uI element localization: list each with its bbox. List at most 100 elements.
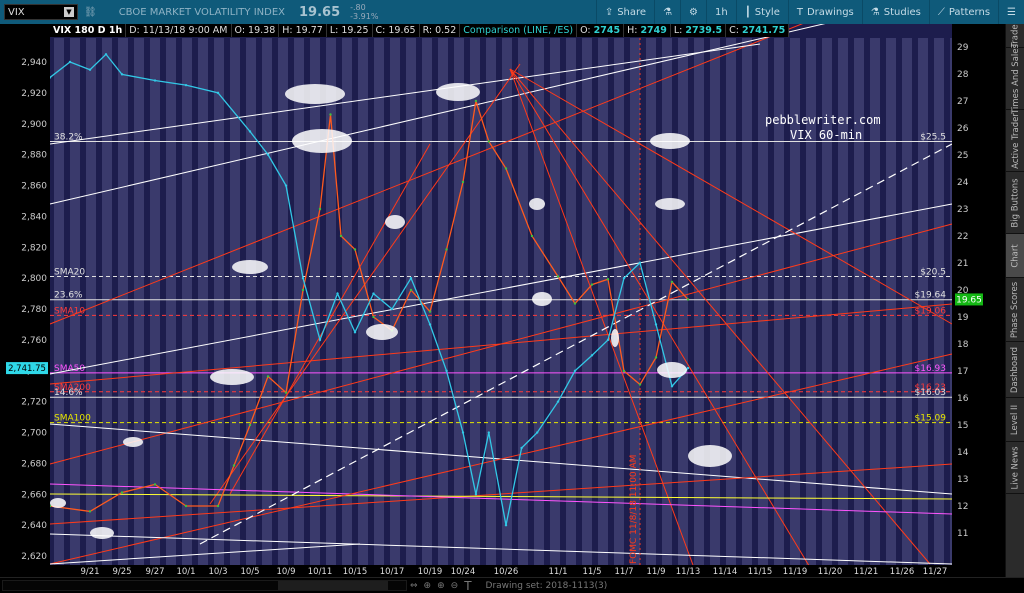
bar-open: O: 19.38 bbox=[232, 24, 280, 37]
cmp-low-value: 2739.5 bbox=[685, 25, 723, 36]
toolbar-button-flask[interactable]: ⚗ bbox=[654, 0, 680, 24]
annotation-ellipse bbox=[529, 198, 545, 210]
vix-point bbox=[120, 491, 124, 494]
es-point bbox=[445, 369, 448, 372]
toolbar-button-label: 1h bbox=[715, 6, 728, 18]
tab-big-buttons[interactable]: Big Buttons bbox=[1006, 172, 1024, 234]
session-stripe bbox=[678, 38, 688, 565]
bar-close: C: 19.65 bbox=[373, 24, 420, 37]
text-tool-icon: T bbox=[796, 6, 803, 18]
toolbar-button-1h[interactable]: 1h bbox=[706, 0, 736, 24]
link-icon[interactable]: ⛓ bbox=[84, 7, 97, 18]
flask-icon: ⚗ bbox=[870, 6, 880, 18]
level-label: SMA100 bbox=[54, 414, 91, 424]
session-stripe bbox=[134, 38, 144, 565]
es-point bbox=[686, 366, 690, 370]
tab-phase-scores[interactable]: Phase Scores bbox=[1006, 278, 1024, 342]
es-point bbox=[474, 493, 478, 496]
toolbar-button-style[interactable]: ┃ Style bbox=[735, 0, 788, 24]
tab-chart[interactable]: Chart bbox=[1006, 234, 1024, 278]
price-chart[interactable]: 38.2%$25.5SMA20$20.523.6%$19.64SMA10$19.… bbox=[0, 24, 1005, 577]
text-tool-icon[interactable]: T bbox=[464, 579, 471, 593]
chart-subtitle-annotation: VIX 60-min bbox=[790, 128, 862, 142]
x-axis-tick: 10/19 bbox=[418, 567, 443, 577]
toolbar-button-drawings[interactable]: T Drawings bbox=[787, 0, 862, 24]
vix-point bbox=[216, 504, 220, 508]
right-axis-tick: 11 bbox=[957, 529, 968, 539]
zoom-out-icon[interactable]: ⊖ bbox=[451, 581, 459, 591]
pan-icon[interactable]: ⇔ bbox=[410, 581, 418, 591]
es-point bbox=[504, 524, 508, 527]
toolbar-button-gear[interactable]: ⚙ bbox=[680, 0, 706, 24]
toolbar-button-studies[interactable]: ⚗ Studies bbox=[861, 0, 929, 24]
chart-scrollbar[interactable] bbox=[2, 580, 407, 591]
vix-point bbox=[556, 275, 560, 278]
session-stripe bbox=[582, 38, 592, 565]
cmp-high-value: 2749 bbox=[640, 25, 667, 36]
drawing-set-label[interactable]: Drawing set: 2018-1113(3) bbox=[486, 581, 608, 591]
annotation-ellipse bbox=[232, 260, 268, 274]
toolbar: VIX ▼ ⛓ CBOE MARKET VOLATILITY INDEX 19.6… bbox=[0, 0, 1024, 24]
toolbar-button-patterns[interactable]: ⟋ Patterns bbox=[928, 0, 998, 24]
tab-label: Live News bbox=[1010, 445, 1021, 490]
x-axis-tick: 10/1 bbox=[176, 567, 195, 577]
es-point bbox=[622, 276, 626, 280]
candle-icon: ┃ bbox=[744, 6, 751, 18]
cmp-close: C: 2741.75 bbox=[726, 24, 790, 37]
session-stripe bbox=[710, 38, 720, 565]
annotation-ellipse bbox=[650, 133, 690, 149]
es-point bbox=[556, 400, 560, 403]
annotation-ellipse bbox=[655, 198, 685, 210]
session-stripe bbox=[54, 38, 64, 565]
chart-footer: ⇔ ⊕ ⊕ ⊖ T Drawing set: 2018-1113(3) bbox=[0, 577, 1024, 593]
left-axis-tick: 2,860 bbox=[21, 182, 47, 192]
vix-point bbox=[461, 180, 465, 184]
toolbar-button-menu[interactable]: ☰ bbox=[998, 0, 1024, 24]
crosshair-icon[interactable]: ⊕ bbox=[424, 581, 432, 591]
annotation-ellipse bbox=[366, 324, 398, 340]
comparison-label[interactable]: Comparison (LINE, /ES) bbox=[460, 24, 578, 37]
scrollbar-thumb[interactable] bbox=[278, 581, 388, 590]
es-point bbox=[638, 261, 642, 264]
x-axis-tick: 11/9 bbox=[646, 567, 665, 577]
tab-active-trader[interactable]: Active Trader bbox=[1006, 110, 1024, 172]
left-axis-tick: 2,620 bbox=[21, 552, 47, 562]
tab-live-news[interactable]: Live News bbox=[1006, 442, 1024, 494]
vix-point bbox=[445, 248, 448, 251]
es-point bbox=[248, 130, 252, 133]
chevron-down-icon[interactable]: ▼ bbox=[64, 7, 74, 17]
cmp-open: O: 2745 bbox=[577, 24, 625, 37]
es-point bbox=[461, 431, 465, 434]
symbol-selector[interactable]: VIX ▼ bbox=[4, 4, 78, 20]
tab-times-and-sales[interactable]: Times And Sales bbox=[1006, 44, 1024, 113]
es-point bbox=[670, 385, 674, 388]
es-point bbox=[573, 369, 577, 372]
bar-range: R: 0.52 bbox=[420, 24, 461, 37]
toolbar-buttons: ⇪ Share ⚗ ⚙ 1h ┃ Style T Drawings ⚗ Studies ⟋ Patter… bbox=[595, 0, 1024, 24]
right-axis-tick: 21 bbox=[957, 259, 968, 269]
session-stripe bbox=[646, 38, 656, 565]
tab-level-ii[interactable]: Level II bbox=[1006, 398, 1024, 442]
toolbar-button-share[interactable]: ⇪ Share bbox=[595, 0, 654, 24]
annotation-ellipse bbox=[532, 292, 552, 306]
right-axis-tick: 19 bbox=[957, 313, 969, 323]
session-stripe bbox=[454, 38, 464, 565]
tab-label: Big Buttons bbox=[1010, 177, 1021, 228]
zoom-in-icon[interactable]: ⊕ bbox=[437, 581, 445, 591]
pattern-icon: ⟋ bbox=[937, 6, 945, 18]
es-point bbox=[318, 338, 322, 342]
tab-dashboard[interactable]: Dashboard bbox=[1006, 342, 1024, 398]
level-value: $15.09 bbox=[915, 414, 947, 424]
vix-point bbox=[339, 234, 343, 238]
es-point bbox=[266, 153, 270, 156]
x-axis-tick: 11/7 bbox=[614, 567, 633, 577]
es-point bbox=[390, 307, 394, 311]
chart-tools: ⇔ ⊕ ⊕ ⊖ T Drawing set: 2018-1113(3) bbox=[410, 578, 607, 593]
left-axis-tick: 2,840 bbox=[21, 212, 47, 222]
x-axis-tick: 11/5 bbox=[582, 567, 601, 577]
es-point bbox=[216, 91, 220, 95]
es-point bbox=[153, 79, 157, 82]
x-axis-tick: 11/19 bbox=[783, 567, 808, 577]
vix-point bbox=[606, 278, 610, 281]
vix-point bbox=[301, 288, 305, 292]
